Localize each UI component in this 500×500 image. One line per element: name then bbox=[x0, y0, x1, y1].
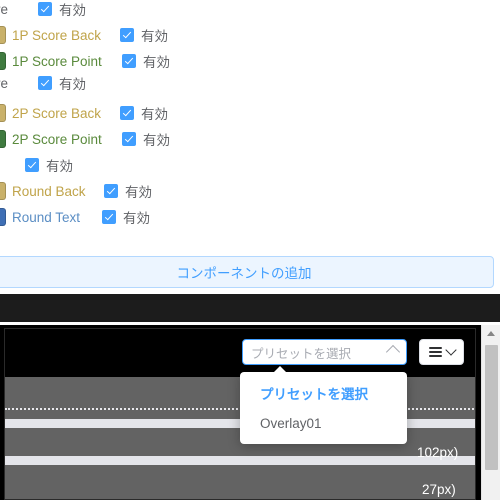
component-name-label: re bbox=[0, 75, 9, 91]
component-row[interactable]: 1P Score Back 有効 bbox=[0, 22, 500, 48]
component-color-swatch bbox=[0, 208, 6, 226]
add-component-button[interactable]: コンポーネントの追加 bbox=[0, 256, 494, 288]
checkbox-checked-icon[interactable] bbox=[122, 54, 136, 68]
component-color-swatch bbox=[0, 130, 6, 148]
preset-menu-button[interactable] bbox=[419, 339, 464, 365]
enabled-checkbox-label: 有効 bbox=[141, 29, 168, 44]
checkbox-checked-icon[interactable] bbox=[38, 2, 52, 16]
overlay-bar-2 bbox=[5, 456, 475, 465]
preset-dropdown-menu[interactable]: プリセットを選択 Overlay01 bbox=[240, 366, 407, 444]
enabled-checkbox[interactable]: 有効 bbox=[38, 73, 86, 93]
component-color-swatch bbox=[0, 52, 6, 70]
scrollbar-thumb[interactable] bbox=[485, 345, 498, 470]
enabled-checkbox[interactable]: 有効 bbox=[122, 129, 170, 149]
component-row[interactable]: re 有効 bbox=[0, 0, 500, 22]
preset-select[interactable]: プリセットを選択 bbox=[242, 339, 407, 365]
enabled-checkbox-label: 有効 bbox=[123, 211, 150, 226]
component-row[interactable]: 有効 bbox=[0, 152, 500, 178]
enabled-checkbox[interactable]: 有効 bbox=[104, 181, 152, 201]
component-name-label: 1P Score Back bbox=[12, 27, 102, 43]
checkbox-checked-icon[interactable] bbox=[38, 76, 52, 90]
checkbox-checked-icon[interactable] bbox=[120, 106, 134, 120]
component-name-label: 2P Score Point bbox=[12, 131, 102, 147]
component-color-swatch bbox=[0, 104, 6, 122]
enabled-checkbox-label: 有効 bbox=[143, 133, 170, 148]
enabled-checkbox[interactable]: 有効 bbox=[122, 51, 170, 71]
component-color-swatch bbox=[0, 26, 6, 44]
component-name-label: re bbox=[0, 1, 9, 17]
component-name-label: Round Back bbox=[12, 183, 86, 199]
enabled-checkbox[interactable]: 有効 bbox=[120, 103, 168, 123]
component-name-label: Round Text bbox=[12, 209, 81, 225]
preview-measurement-text: 102px) bbox=[417, 445, 459, 460]
enabled-checkbox-label: 有効 bbox=[46, 159, 73, 174]
preset-select-placeholder: プリセットを選択 bbox=[251, 346, 352, 361]
component-name-label: 2P Score Back bbox=[12, 105, 102, 121]
scroll-up-arrow-icon[interactable] bbox=[482, 325, 500, 342]
chevron-up-icon bbox=[385, 344, 401, 360]
component-row[interactable]: 2P Score Back 有効 bbox=[0, 100, 500, 126]
enabled-checkbox-label: 有効 bbox=[141, 107, 168, 122]
enabled-checkbox-label: 有効 bbox=[143, 55, 170, 70]
checkbox-checked-icon[interactable] bbox=[120, 28, 134, 42]
checkbox-checked-icon[interactable] bbox=[104, 184, 118, 198]
enabled-checkbox[interactable]: 有効 bbox=[25, 155, 73, 175]
component-color-swatch bbox=[0, 182, 6, 200]
hamburger-icon bbox=[428, 347, 442, 357]
checkbox-checked-icon[interactable] bbox=[25, 158, 39, 172]
component-row[interactable]: re 有効 bbox=[0, 70, 500, 96]
vertical-scrollbar[interactable] bbox=[481, 325, 500, 500]
component-row[interactable]: Round Back 有効 bbox=[0, 178, 500, 204]
enabled-checkbox-label: 有効 bbox=[59, 3, 86, 18]
dropdown-arrow-icon bbox=[273, 366, 287, 373]
enabled-checkbox[interactable]: 有効 bbox=[102, 207, 150, 227]
dropdown-option[interactable]: プリセットを選択 bbox=[240, 378, 407, 408]
preview-measurement-text: 27px) bbox=[422, 482, 456, 497]
chevron-down-icon bbox=[444, 344, 457, 356]
component-row[interactable]: 2P Score Point 有効 bbox=[0, 126, 500, 152]
component-name-label: 1P Score Point bbox=[12, 53, 102, 69]
checkbox-checked-icon[interactable] bbox=[122, 132, 136, 146]
dropdown-option[interactable]: Overlay01 bbox=[240, 408, 407, 438]
enabled-checkbox-label: 有効 bbox=[59, 77, 86, 92]
component-row[interactable]: Round Text 有効 bbox=[0, 204, 500, 230]
component-list-panel: re有効1P Score Back有効1P Score Point有効re有効2… bbox=[0, 0, 500, 252]
checkbox-checked-icon[interactable] bbox=[102, 210, 116, 224]
enabled-checkbox[interactable]: 有効 bbox=[120, 25, 168, 45]
enabled-checkbox-label: 有効 bbox=[125, 185, 152, 200]
preview-top-strip bbox=[0, 294, 500, 322]
enabled-checkbox[interactable]: 有効 bbox=[38, 0, 86, 19]
